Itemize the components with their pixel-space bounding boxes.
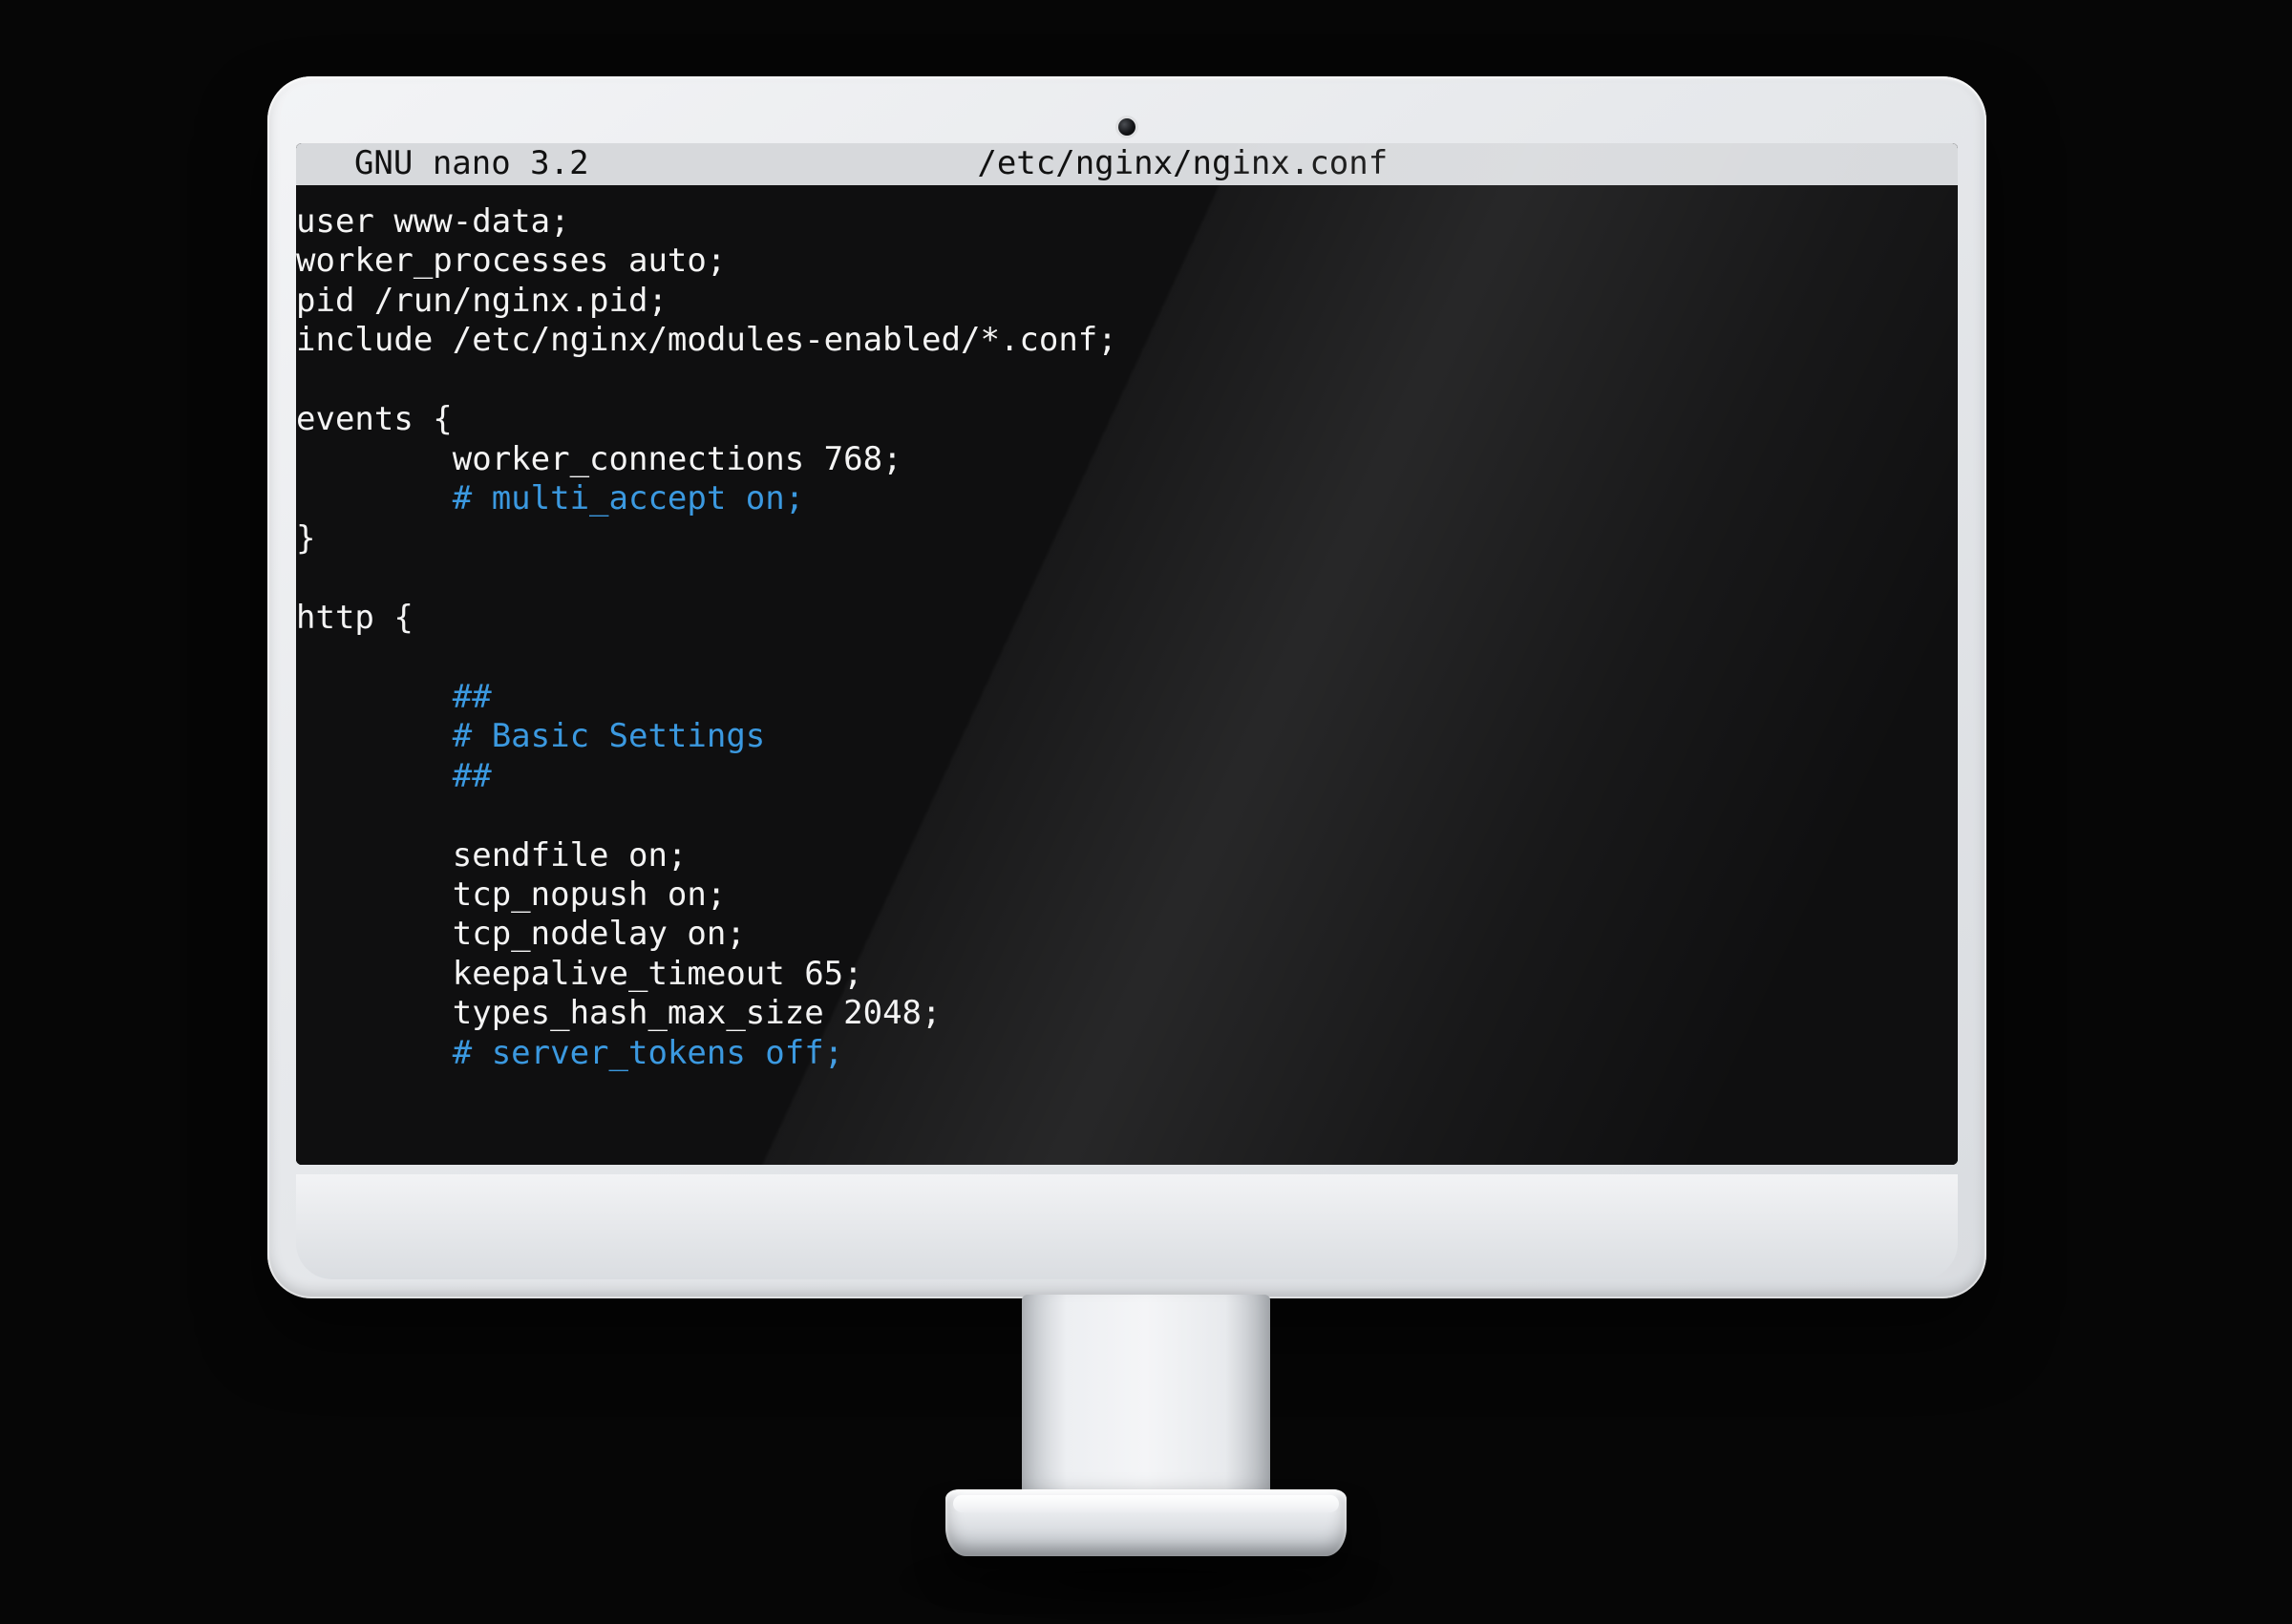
editor-line[interactable]: tcp_nodelay on; [296,915,1958,954]
nano-titlebar: GNU nano 3.2 /etc/nginx/nginx.conf [296,143,1958,185]
screen: GNU nano 3.2 /etc/nginx/nginx.conf user … [296,143,1958,1165]
editor-line[interactable]: # multi_accept on; [296,479,1958,518]
editor-line[interactable]: user www-data; [296,202,1958,242]
editor-line[interactable]: # server_tokens off; [296,1034,1958,1073]
monitor-body: GNU nano 3.2 /etc/nginx/nginx.conf user … [267,76,1986,1298]
comment-text: # Basic Settings [453,717,766,755]
editor-line[interactable]: types_hash_max_size 2048; [296,994,1958,1033]
editor-line[interactable]: # Basic Settings [296,717,1958,756]
nano-app-label: GNU nano 3.2 [315,144,589,183]
comment-text: ## [453,678,492,716]
editor-line[interactable]: events { [296,400,1958,439]
editor-line[interactable]: sendfile on; [296,836,1958,875]
stage: GNU nano 3.2 /etc/nginx/nginx.conf user … [0,0,2292,1624]
editor-line[interactable] [296,638,1958,677]
editor-line[interactable]: keepalive_timeout 65; [296,955,1958,994]
camera-icon [1118,118,1135,136]
comment-text: # server_tokens off; [453,1034,843,1072]
editor-line[interactable]: include /etc/nginx/modules-enabled/*.con… [296,321,1958,360]
editor-line[interactable]: ## [296,678,1958,717]
editor-line[interactable]: http { [296,599,1958,638]
monitor-stand-neck [1022,1295,1270,1514]
editor-line[interactable]: tcp_nopush on; [296,875,1958,915]
editor-line[interactable]: worker_processes auto; [296,242,1958,281]
editor-line[interactable]: } [296,519,1958,559]
comment-text: # multi_accept on; [453,479,804,517]
monitor-chin [296,1174,1958,1279]
editor-line[interactable]: pid /run/nginx.pid; [296,282,1958,321]
editor-line[interactable]: ## [296,757,1958,796]
monitor-stand-foot [945,1489,1347,1556]
nano-file-path: /etc/nginx/nginx.conf [589,144,1776,183]
monitor-floor-shadow [898,1547,1394,1613]
editor-line[interactable] [296,796,1958,835]
nano-editor-body[interactable]: user www-data;worker_processes auto;pid … [296,185,1958,1073]
terminal[interactable]: GNU nano 3.2 /etc/nginx/nginx.conf user … [296,143,1958,1165]
editor-line[interactable]: worker_connections 768; [296,440,1958,479]
editor-line[interactable] [296,361,1958,400]
editor-line[interactable] [296,559,1958,598]
comment-text: ## [453,757,492,795]
